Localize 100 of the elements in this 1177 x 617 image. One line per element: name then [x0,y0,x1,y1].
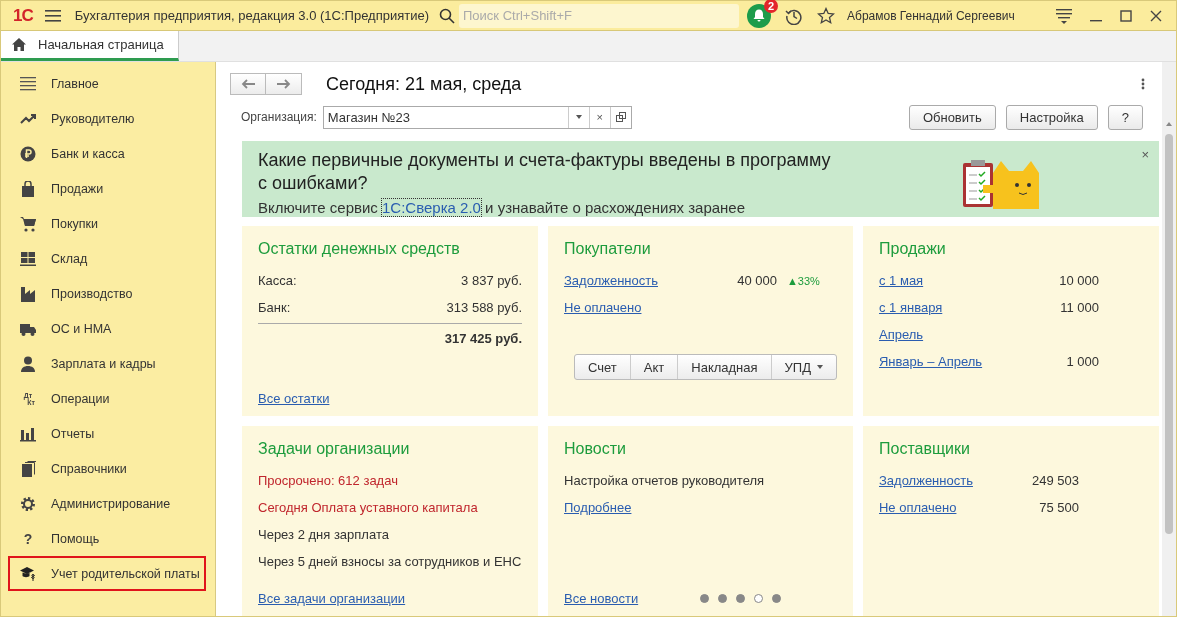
banner-heading: Какие первичные документы и счета-фактуры введены в программу с ошибками? [258,148,832,195]
open-window-icon [615,112,626,123]
toolbar-button[interactable]: Обновить [908,104,996,130]
row-value: 10 000 [1059,273,1099,288]
row-value: 11 000 [1060,300,1099,315]
sidebar-item[interactable]: Главное [8,66,206,101]
pager-dot[interactable] [700,594,709,603]
window-title: Бухгалтерия предприятия, редакция 3.0 (1С:Предприятие) [74,8,429,23]
card-title: Задачи организации [258,440,411,458]
back-button[interactable] [230,73,266,96]
caret-icon [817,365,823,369]
sidebar-item[interactable]: Продажи [8,171,206,206]
sidebar-item[interactable]: Руководителю [8,101,206,136]
row-value: 1 000 [1066,354,1099,369]
document-button[interactable]: УПД [770,355,836,379]
sidebar-item[interactable]: Покупки [8,206,206,241]
row-value: 3 837 руб. [461,273,522,288]
document-button[interactable]: Накладная [677,355,771,379]
list-icon [19,75,37,92]
link[interactable]: с 1 января [879,300,943,315]
row-label: Касса: [258,273,297,288]
link[interactable]: Январь – Апрель [879,354,983,369]
favorites-button[interactable] [817,6,835,25]
maximize-icon[interactable] [1120,9,1132,22]
row-value: 249 503 [1032,473,1079,488]
home-icon [12,38,26,51]
pager-dot[interactable] [754,594,763,603]
link[interactable]: с 1 мая [879,273,924,288]
close-button[interactable]: × [1141,146,1149,162]
arrow-right-icon [276,79,291,90]
service-link[interactable]: 1С:Сверка 2.0 [382,198,481,216]
row-label: Через 5 дней взносы за сотрудников и ЕНС [258,554,522,569]
card-title: Поставщики [879,440,971,458]
toolbar-button[interactable]: Настройка [1005,104,1098,130]
page-title: Сегодня: 21 мая, среда [326,73,522,95]
row-label: Сегодня Оплата уставного капитала [258,500,478,515]
search-icon [439,7,455,24]
row-label: Настройка отчетов руководителя [564,473,765,488]
pager-dot[interactable] [772,594,781,603]
close-icon[interactable] [1150,9,1162,22]
toolbar-button[interactable]: ? [1107,104,1143,130]
scrollbar[interactable] [1162,62,1176,616]
document-button[interactable]: Счет [575,355,630,379]
document-button[interactable]: Акт [629,355,678,379]
grid-icon [19,250,37,267]
link[interactable]: Не оплачено [564,300,642,315]
bar-chart-icon [19,425,37,442]
field-label: Организация: [241,110,317,125]
more-button[interactable] [1141,78,1145,91]
total-value: 317 425 руб. [258,323,522,346]
cart-icon [19,215,37,232]
menu-icon[interactable] [44,9,61,22]
sidebar-item[interactable]: Зарплата и кадры [8,346,206,381]
bag-icon [19,180,37,197]
card-title: Остатки денежных средств [258,240,461,258]
row-value: 75 500 [1039,500,1079,515]
trend-indicator: ▲33% [787,274,821,287]
pager-dot[interactable] [718,594,727,603]
row-value: 40 000 [737,273,777,288]
sidebar-item[interactable]: Администрирование [8,486,206,521]
link[interactable]: Все новости [564,591,639,606]
row-value: 313 588 руб. [446,300,522,315]
link[interactable]: Задолженность [564,273,658,288]
sidebar-item[interactable]: Отчеты [8,416,206,451]
settings-icon[interactable] [1056,7,1072,24]
link[interactable]: Все задачи организации [258,591,406,606]
scroll-up-icon [1166,122,1172,126]
sidebar-item[interactable]: Склад [8,241,206,276]
card-title: Продажи [879,240,947,258]
sidebar-item[interactable]: Банк и касса [8,136,206,171]
card-title: Покупатели [564,240,652,258]
organization-field[interactable]: Магазин №23 × [322,105,632,129]
factory-icon [19,285,37,302]
link[interactable]: Не оплачено [879,500,957,515]
pager-dot[interactable] [736,594,745,603]
sidebar-item[interactable]: ? Помощь [8,521,206,556]
link[interactable]: Все остатки [258,391,330,406]
help-icon: ? [19,530,37,547]
banner-text: Включите сервис 1С:Сверка 2.0 и узнавайте о расхождениях заранее [258,198,747,216]
sidebar-item[interactable]: Производство [8,276,206,311]
person-icon [19,355,37,372]
forward-button[interactable] [266,73,302,96]
sidebar-item[interactable]: ОС и НМА [8,311,206,346]
more-icon [1141,78,1145,91]
page-tab[interactable]: Начальная страница [1,31,179,61]
scrollbar-thumb[interactable] [1165,134,1173,534]
link[interactable]: Задолженность [879,473,973,488]
link[interactable]: Апрель [879,327,924,342]
row-label: Через 2 дня зарплата [258,527,389,542]
row-label: Банк: [258,300,291,315]
sidebar-item[interactable]: Учет родительской платы [8,556,206,591]
user-name[interactable]: Абрамов Геннадий Сергеевич [847,8,1015,23]
card-title: Новости [564,440,627,458]
link[interactable]: Подробнее [564,500,632,515]
sidebar-item[interactable]: Справочники [8,451,206,486]
row-label: Просрочено: 612 задач [258,473,398,488]
search-field[interactable]: Поиск Ctrl+Shift+F [459,3,739,28]
arrow-left-icon [241,79,255,90]
star-icon [817,6,835,25]
notification-badge: 2 [764,0,778,13]
